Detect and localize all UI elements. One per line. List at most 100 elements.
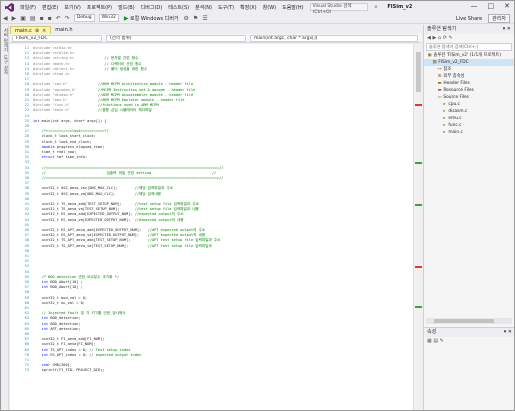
tree-item-label: disasm.c [447,109,468,114]
scrollbar-thumb[interactable] [434,319,494,323]
settings-icon[interactable]: ✎ [448,35,452,41]
bookmark-icon[interactable]: ⚑ [191,15,200,22]
toolbox-tab[interactable]: 도구 상자 [2,55,8,74]
start-debugging-button[interactable]: ▶ 로컬 Windows 디버거 [124,15,179,22]
tree-item[interactable]: ▸ emu.c [424,115,514,122]
tab-main-c[interactable]: main.c ⊕ × [10,26,52,34]
member-dropdown[interactable]: main(int argc, char * argv[]) [250,34,418,42]
maximize-button[interactable]: □ [488,2,495,10]
menu-window[interactable]: 창(W) [260,4,279,11]
menu-analyze[interactable]: 분석(N) [192,4,215,11]
code-token: // 디렉터리 관련 함수 [69,61,142,66]
debug-tools-icon[interactable]: ⚙ [182,15,191,22]
menu-help[interactable]: 도움말(H) [279,4,306,11]
tree-item[interactable]: ▸ main.c [424,129,514,136]
menu-view[interactable]: 보기(V) [61,4,84,11]
panel-close-icon[interactable]: ▾ ✕ [503,25,511,34]
server-explorer-tab[interactable]: 서버 탐색기 [2,28,8,52]
back-icon[interactable]: ◀ [1,15,10,22]
play-icon: ▶ [123,14,129,22]
menu-edit[interactable]: 편집(E) [39,4,61,11]
undo-icon[interactable]: ↶ [54,15,63,22]
menu-test[interactable]: 테스트(S) [165,4,192,11]
tree-item[interactable]: ▭ Source Files [424,94,514,101]
vs-search-input[interactable]: Visual Studio 검색 (Ctrl+Q) [309,3,368,15]
code-token: ES_APT_index = 0; [50,352,90,357]
close-tab-icon[interactable]: × [42,28,46,34]
tree-item[interactable]: ▣ 솔루션 'FISim_v2' (1/1개 프로젝트) [424,52,514,59]
code-token: /* BOD detection 관련 비교분수 초기화 */ [33,274,120,279]
scrollbar-thumb[interactable] [416,52,421,92]
back-icon[interactable]: ◀ [427,35,431,41]
search-icon[interactable]: ⌕ [372,4,381,10]
pin-icon[interactable]: ⊕ [35,28,39,34]
save-icon[interactable]: ▪ [38,15,46,22]
alphabetical-icon[interactable]: ▤ [433,338,438,344]
change-marker[interactable] [415,162,422,164]
tree-item[interactable]: ▸ disasm.c [424,108,514,115]
code-token: BOD_detection; [50,316,81,321]
home-icon[interactable]: ⌂ [438,35,441,41]
project-title: FISim_v2 [387,4,413,10]
change-marker[interactable] [415,306,422,308]
code-token: int [33,321,51,326]
tree-item[interactable]: ⊶ 참조 [424,66,514,73]
menu-debug[interactable]: 디버그(D) [138,4,166,11]
menu-build[interactable]: 빌드(B) [115,4,138,11]
code-token: time_t real_now; [33,150,77,154]
sync-icon[interactable]: ⟳ [443,35,447,41]
editor-vertical-scrollbar[interactable] [413,44,422,410]
code-token: uint32_t ou_val = 0; [33,300,85,305]
tree-item[interactable]: ▬ Resource Files [424,87,514,94]
open-file-icon[interactable]: ▤ [28,15,38,22]
tree-item[interactable]: ▸ cpu.c [424,101,514,108]
tree-item-label: emu.c [447,116,462,121]
error-marker[interactable] [415,266,422,268]
forward-icon[interactable]: ▶ [432,35,436,41]
error-marker[interactable] [415,104,422,106]
tree-item[interactable]: ▸ func.c [424,122,514,129]
categorized-icon[interactable]: ▦ [427,338,432,344]
live-share-area: Live Share 관리자 [456,14,510,23]
code-editor[interactable]: 11 #include <stdio.h> 12 #include <stdlib.h… [10,44,413,410]
code-token: int [33,352,51,357]
minimize-button[interactable]: — [471,2,478,10]
platform-select[interactable]: Win32 [98,14,119,22]
tree-item-label: 참조 [442,67,452,72]
close-button[interactable]: ✕ [504,2,510,10]
configuration-select[interactable]: Debug [73,14,95,22]
menu-tools[interactable]: 도구(T) [215,4,237,11]
comment-icon[interactable]: ☰ [200,15,209,22]
code-token: uint32_t TS_APT_aeva_va[TEST_SETUP_NUM]; [33,243,129,248]
menu-file[interactable]: 파일(F) [17,4,39,11]
live-share-button[interactable]: Live Share [456,16,482,22]
code-token: // expected output index [89,352,142,357]
tree-item[interactable]: ▬ Header Files [424,80,514,87]
project-dropdown[interactable]: FISim_v2_FDC [12,34,102,42]
tree-item[interactable]: ▦ FISim_v2_FDC [424,59,514,66]
wrench-icon[interactable]: ✎ [440,338,444,344]
code-token: // Injected Fault 및 각 FTI를 단한 검사에사 [33,311,126,316]
save-all-icon[interactable]: ▪ [46,15,54,22]
forward-icon[interactable]: ▶ [10,15,19,22]
admin-badge[interactable]: 관리자 [488,14,510,23]
solution-search-input[interactable]: 솔루션 탐색기 검색(Ctrl+;) [426,43,512,51]
code-line[interactable]: 73 sprintf(FI_FID, PROJECT_DIR); [10,368,413,373]
scope-dropdown[interactable]: (전역 범위) [106,34,246,42]
tree-item-label: Resource Files [442,88,474,93]
code-token: int [33,118,42,123]
properties-title: 속성 [427,329,437,335]
code-token: //expected output의 주소 [132,212,184,217]
solution-horizontal-scrollbar[interactable] [426,318,512,324]
panel-close-icon[interactable]: ▾ ✕ [504,328,512,337]
code-token: #include <string.h> [33,56,75,61]
new-file-icon[interactable]: ▣ [18,15,28,22]
change-marker[interactable] [415,204,422,206]
tree-item[interactable]: ⊞ 외부 종속성 [424,73,514,80]
tab-main-h[interactable]: main.h [51,26,76,34]
code-token: main(int argc, char* argv[]) { [41,118,107,123]
menu-extensions[interactable]: 확장(X) [237,4,260,11]
tab-label: main.h [55,27,73,33]
menu-project[interactable]: 프로젝트(P) [84,4,115,11]
redo-icon[interactable]: ↷ [63,15,72,22]
